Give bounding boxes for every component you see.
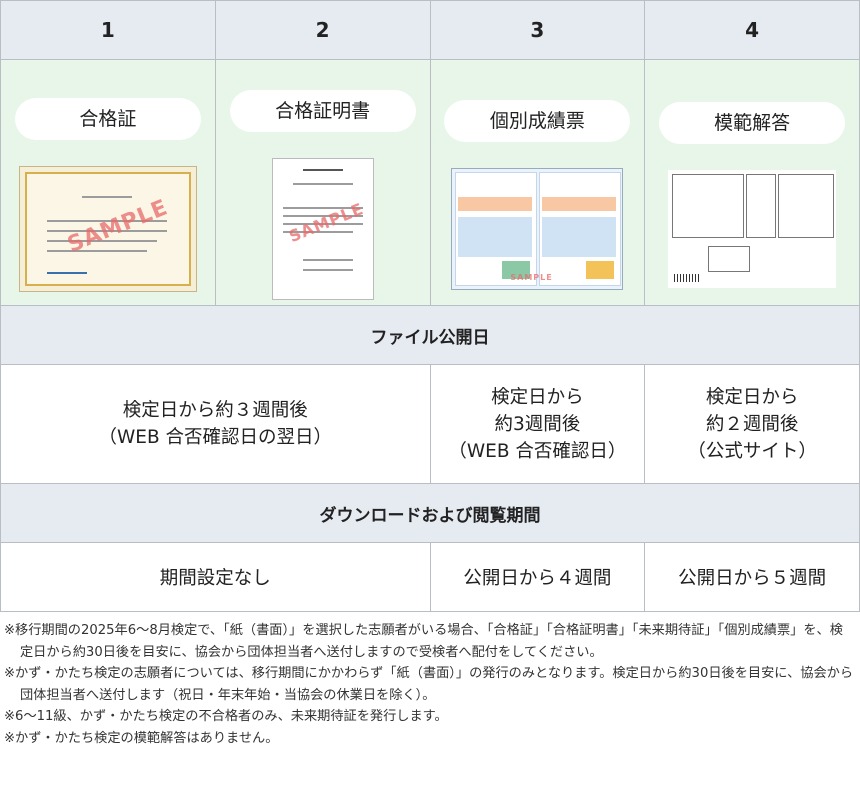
document-cell-model-answer: 模範解答 xyxy=(644,59,860,306)
note-item: ※移行期間の2025年6〜8月検定で、「紙（書面）」を選択した志願者がいる場合、… xyxy=(4,623,843,660)
download-period-cell: 公開日から５週間 xyxy=(644,542,860,612)
download-period-row: 期間設定なし 公開日から４週間 公開日から５週間 xyxy=(0,542,860,612)
download-period-cell: 期間設定なし xyxy=(0,542,431,612)
document-label: 合格証 xyxy=(14,97,201,140)
sample-watermark: SAMPLE xyxy=(64,194,172,258)
document-label: 模範解答 xyxy=(659,101,846,144)
file-release-cell: 検定日から 約3週間後 （WEB 合否確認日） xyxy=(429,364,646,484)
model-answer-thumbnail xyxy=(668,169,837,288)
document-cell-score-report: 個別成績票 SAMPLE xyxy=(429,59,646,306)
file-release-cell: 検定日から 約２週間後 （公式サイト） xyxy=(644,364,860,484)
column-header-row: 1 2 3 4 xyxy=(0,0,860,60)
document-row: 合格証 SAMPLE 合格証明書 SAMPLE 個別成績票 SAMPLE 模範解… xyxy=(0,59,860,306)
note-item: ※かず・かたち検定の模範解答はありません。 xyxy=(4,730,279,746)
file-release-row: 検定日から約３週間後 （WEB 合否確認日の翌日） 検定日から 約3週間後 （W… xyxy=(0,364,860,484)
notes: ※移行期間の2025年6〜8月検定で、「紙（書面）」を選択した志願者がいる場合、… xyxy=(0,612,860,749)
column-number: 2 xyxy=(214,0,431,60)
score-report-thumbnail: SAMPLE xyxy=(451,167,624,290)
sample-watermark: SAMPLE xyxy=(510,272,553,282)
document-cell-certificate-proof: 合格証明書 SAMPLE xyxy=(214,59,431,306)
certificate-proof-thumbnail: SAMPLE xyxy=(271,157,374,300)
document-cell-certificate: 合格証 SAMPLE xyxy=(0,59,216,306)
note-item: ※かず・かたち検定の志願者については、移行期間にかかわらず「紙（書面）」の発行の… xyxy=(4,666,854,703)
certificate-thumbnail: SAMPLE xyxy=(18,165,197,292)
section-heading: ファイル公開日 xyxy=(0,305,860,365)
file-release-heading-row: ファイル公開日 xyxy=(0,305,860,365)
column-number: 1 xyxy=(0,0,216,60)
column-number: 3 xyxy=(429,0,646,60)
note-item: ※6〜11級、かず・かたち検定の不合格者のみ、未来期待証を発行します。 xyxy=(4,709,448,724)
download-period-heading-row: ダウンロードおよび閲覧期間 xyxy=(0,483,860,543)
column-number: 4 xyxy=(644,0,860,60)
download-period-cell: 公開日から４週間 xyxy=(429,542,646,612)
section-heading: ダウンロードおよび閲覧期間 xyxy=(0,483,860,543)
file-release-cell: 検定日から約３週間後 （WEB 合否確認日の翌日） xyxy=(0,364,431,484)
document-label: 個別成績票 xyxy=(444,99,631,142)
document-table: 1 2 3 4 合格証 SAMPLE 合格証明書 SAMPLE 個別成績票 SA… xyxy=(0,0,860,612)
document-label: 合格証明書 xyxy=(229,89,416,132)
